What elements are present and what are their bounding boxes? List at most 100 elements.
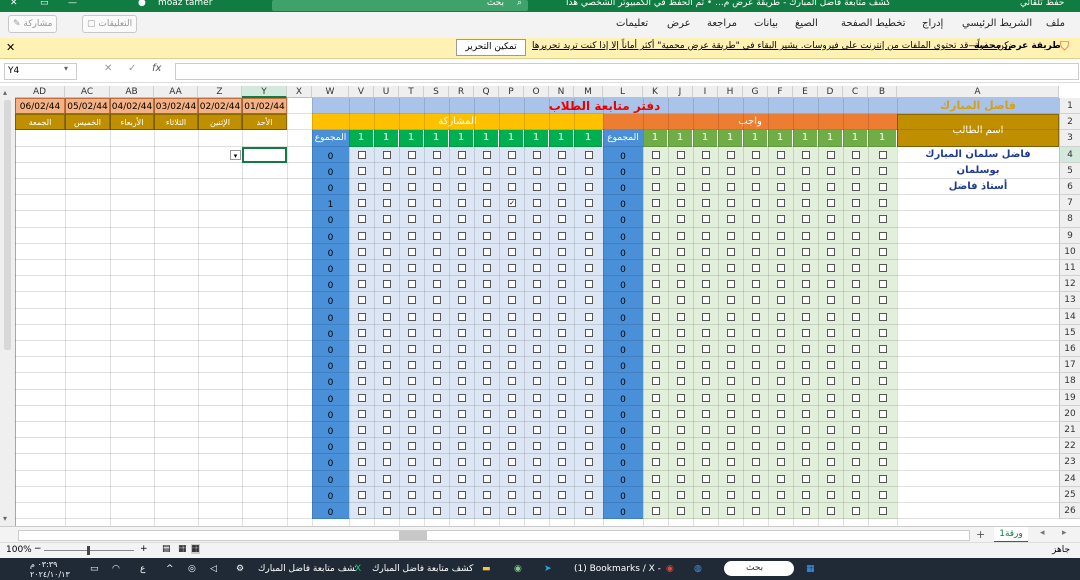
checkbox[interactable] [702,377,710,386]
row-header-19[interactable]: 19 [1059,389,1080,406]
checkbox[interactable] [802,280,810,289]
checkbox[interactable] [408,150,416,159]
tab-formulas[interactable]: الصيغ [795,18,818,29]
checkbox[interactable] [702,426,710,434]
checkbox[interactable] [483,150,491,159]
checkbox[interactable] [558,345,566,353]
checkbox[interactable] [652,215,660,224]
checkbox[interactable] [358,328,366,337]
checkbox[interactable] [702,474,710,483]
column-header-f[interactable]: F [768,86,793,98]
checkbox[interactable] [879,442,887,451]
checkbox[interactable] [433,377,441,386]
checkbox[interactable] [458,426,466,434]
checkbox[interactable] [777,393,785,402]
checkbox[interactable] [383,393,391,402]
checkbox[interactable] [677,345,685,353]
checkbox[interactable] [408,312,416,321]
checkbox[interactable] [483,507,491,515]
checkbox[interactable] [752,215,760,224]
checkbox[interactable] [677,150,685,159]
checkbox[interactable] [358,150,366,159]
checkbox[interactable] [777,296,785,305]
checkbox[interactable] [827,393,835,402]
row-header-18[interactable]: 18 [1059,373,1080,390]
checkbox[interactable] [358,490,366,499]
checkbox[interactable] [558,231,566,240]
checkbox[interactable] [483,183,491,191]
row-header-20[interactable]: 20 [1059,405,1080,422]
checkbox[interactable] [458,377,466,386]
checkbox[interactable] [458,183,466,191]
notification-icon[interactable]: ◎ [188,564,196,574]
checkbox[interactable] [827,377,835,386]
checkbox[interactable] [827,442,835,451]
row-header-11[interactable]: 11 [1059,260,1080,277]
column-header-p[interactable]: P [499,86,524,98]
checkbox[interactable] [802,345,810,353]
column-header-c[interactable]: C [843,86,868,98]
checkbox[interactable] [752,280,760,289]
checkbox[interactable] [433,490,441,499]
settings-icon[interactable]: ⚙ [236,564,244,574]
checkbox[interactable] [827,280,835,289]
checkbox[interactable] [777,150,785,159]
student-name[interactable]: فاضل سلمان المبارك [897,147,1059,163]
checkbox[interactable] [727,264,735,272]
column-header-x[interactable]: X [287,86,312,98]
checkbox[interactable] [752,150,760,159]
checkbox[interactable] [533,458,541,467]
checkbox[interactable] [585,507,593,515]
checkbox[interactable] [585,345,593,353]
enter-icon[interactable]: ✓ [128,63,136,74]
checkbox[interactable] [433,296,441,305]
checkbox[interactable] [802,328,810,337]
checkbox[interactable] [558,474,566,483]
checkbox[interactable] [727,183,735,191]
checkbox[interactable] [558,409,566,418]
formula-input[interactable] [175,63,1079,80]
checkbox[interactable] [802,166,810,175]
row-header-9[interactable]: 9 [1059,227,1080,244]
column-header-o[interactable]: O [524,86,549,98]
cancel-icon[interactable]: ✕ [104,63,112,74]
checkbox[interactable] [433,280,441,289]
checkbox[interactable] [752,231,760,240]
checkbox[interactable] [852,458,860,467]
checkbox[interactable] [558,312,566,321]
checkbox[interactable] [677,426,685,434]
checkbox[interactable] [852,199,860,208]
checkbox[interactable] [383,296,391,305]
checkbox[interactable] [483,296,491,305]
checkbox[interactable] [752,361,760,370]
close-icon[interactable]: ✕ [6,41,15,54]
checkbox[interactable] [727,442,735,451]
column-header-b[interactable]: B [868,86,897,98]
checkbox[interactable] [652,507,660,515]
checkbox[interactable] [802,426,810,434]
checkbox[interactable] [879,166,887,175]
spreadsheet-grid[interactable]: ▴ ▾ AD AC AB AA Z Y X W V U T S R Q P O N M L K J I H G F E D C B A 1 2 3 4… [0,86,1080,526]
checkbox[interactable] [483,199,491,208]
checkbox[interactable] [533,296,541,305]
checkbox[interactable] [433,215,441,224]
checkbox[interactable] [827,507,835,515]
checkbox[interactable] [879,150,887,159]
checkbox[interactable] [802,377,810,386]
checkbox[interactable] [408,296,416,305]
checkbox[interactable] [508,426,516,434]
checkbox[interactable] [752,377,760,386]
checkbox[interactable] [433,345,441,353]
checkbox[interactable] [777,183,785,191]
checkbox[interactable] [827,183,835,191]
checkbox[interactable] [777,490,785,499]
checkbox[interactable] [702,312,710,321]
checkbox[interactable] [852,166,860,175]
checkbox[interactable] [358,264,366,272]
checkbox[interactable] [802,409,810,418]
tab-view[interactable]: عرض [667,18,691,29]
sheet-tab[interactable]: ورقة1 [994,527,1028,543]
checkbox[interactable] [652,166,660,175]
checkbox[interactable] [585,442,593,451]
checkbox[interactable] [879,377,887,386]
